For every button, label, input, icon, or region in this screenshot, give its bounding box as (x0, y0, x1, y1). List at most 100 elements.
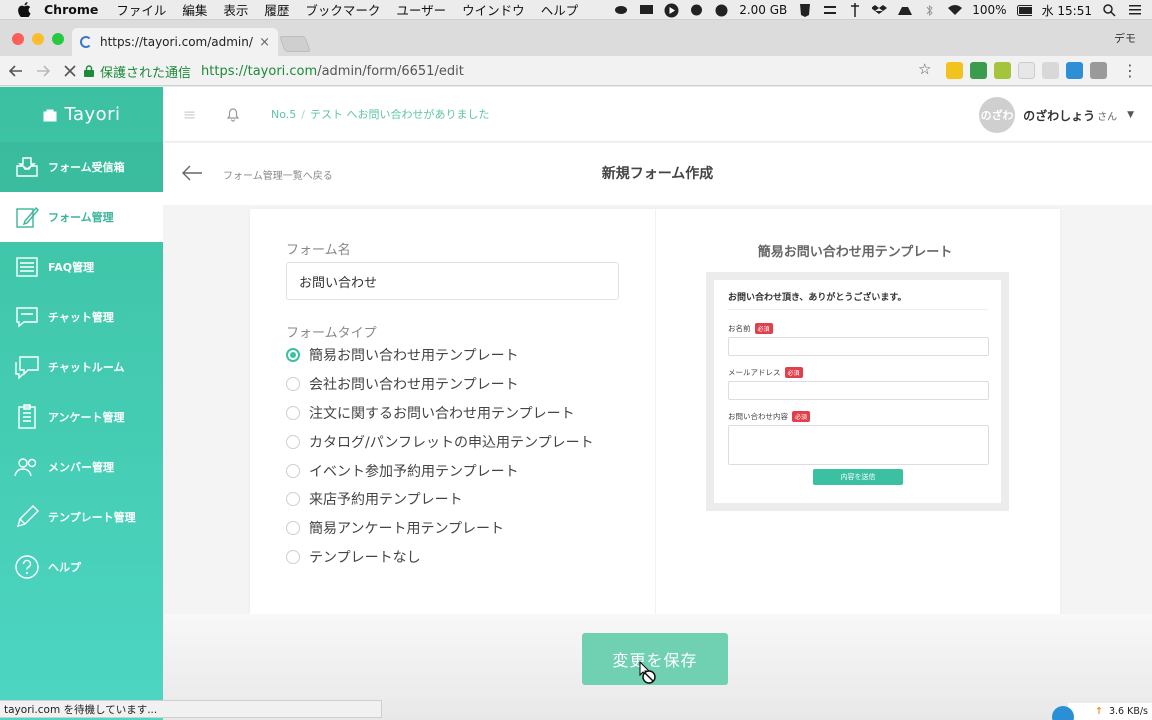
battery-icon[interactable] (1016, 4, 1032, 17)
display-icon[interactable] (639, 4, 654, 17)
forward-icon[interactable] (32, 60, 54, 82)
menubar-item-window[interactable]: ウインドウ (462, 0, 525, 19)
form-type-option[interactable]: カタログ/パンフレットの申込用テンプレート (286, 427, 594, 456)
form-name-input[interactable]: お問い合わせ (286, 262, 619, 300)
menubar-item-bookmarks[interactable]: ブックマーク (305, 0, 380, 19)
menubar-app-name[interactable]: Chrome (44, 2, 98, 17)
close-window-button[interactable] (12, 33, 24, 45)
menubar-item-file[interactable]: ファイル (116, 0, 166, 19)
form-type-option[interactable]: イベント参加予約用テンプレート (286, 456, 594, 485)
menubar-clock[interactable]: 水 15:51 (1042, 2, 1092, 19)
radio-button[interactable] (286, 492, 300, 507)
extension-icon[interactable] (970, 62, 987, 79)
extension-icon[interactable] (1018, 62, 1035, 79)
notification-center-icon[interactable] (1127, 4, 1142, 17)
form-type-option[interactable]: 簡易お問い合わせ用テンプレート (286, 341, 594, 370)
address-bar[interactable]: 保護された通信 https://tayori.com/admin/form/66… (84, 59, 940, 83)
sidebar-item-chat-room[interactable]: チャットルーム (0, 342, 163, 392)
preview-field-name: お名前 (728, 324, 751, 333)
preview-email-input (728, 381, 989, 400)
radio-button[interactable] (286, 377, 300, 392)
battery-percent[interactable]: 100% (972, 3, 1006, 17)
sidebar-item-help[interactable]: ヘルプ (0, 542, 163, 592)
form-type-option[interactable]: 会社お問い合わせ用テンプレート (286, 370, 594, 399)
zoom-window-button[interactable] (52, 33, 64, 45)
sidebar-item-templates[interactable]: テンプレート管理 (0, 492, 163, 542)
radio-button[interactable] (286, 549, 300, 564)
close-tab-icon[interactable]: × (259, 35, 270, 50)
extension-icon[interactable] (1066, 62, 1083, 79)
extension-icon[interactable] (1042, 62, 1059, 79)
extension-icon[interactable] (994, 62, 1011, 79)
sidebar-item-label: ヘルプ (48, 561, 81, 574)
sidebar-item-label: アンケート管理 (48, 411, 125, 424)
browser-tab[interactable]: https://tayori.com/admin/form/6651/edit … (72, 28, 278, 56)
radio-selected[interactable] (286, 348, 300, 363)
apple-icon[interactable] (18, 2, 34, 18)
preview-form: お問い合わせ頂き、ありがとうございます。 お名前 必須 メールアドレス 必須 お問い… (714, 280, 1001, 503)
menubar-item-view[interactable]: 表示 (223, 0, 248, 19)
recycle-extension-icon[interactable] (1090, 62, 1107, 79)
lock-icon (84, 65, 94, 77)
pinwheel-icon[interactable] (847, 3, 862, 17)
radio-button[interactable] (286, 434, 300, 449)
sidebar-item-members[interactable]: メンバー管理 (0, 442, 163, 492)
sliders-icon[interactable] (822, 4, 837, 17)
minimize-window-button[interactable] (32, 33, 44, 45)
survey-icon (14, 404, 40, 430)
drive-icon[interactable] (897, 4, 913, 17)
bell-icon[interactable] (225, 106, 241, 122)
hamburger-menu-icon[interactable]: ≡ (183, 105, 203, 124)
caret-down-icon: ▼ (1127, 110, 1134, 120)
user-menu[interactable]: のざわ のざわしょう さん ▼ (979, 97, 1134, 133)
profile-name[interactable]: デモ (1114, 30, 1136, 46)
menubar-item-help[interactable]: ヘルプ (541, 0, 579, 19)
form-type-option[interactable]: 注文に関するお問い合わせ用テンプレート (286, 399, 594, 428)
sidebar-item-survey[interactable]: アンケート管理 (0, 392, 163, 442)
bookmark-star-icon[interactable]: ☆ (918, 60, 931, 78)
form-type-option-label: テンプレートなし (309, 549, 421, 566)
sidebar-item-chat[interactable]: チャット管理 (0, 292, 163, 342)
new-tab-button[interactable] (279, 36, 311, 52)
bluetooth-icon[interactable] (922, 4, 937, 17)
preview-heading: お問い合わせ頂き、ありがとうございます。 (728, 290, 988, 310)
sidebar-item-faq[interactable]: FAQ管理 (0, 242, 163, 292)
dropbox-icon[interactable] (872, 4, 888, 17)
sidebar-item-form-management[interactable]: フォーム管理 (0, 192, 163, 242)
notice-text: テスト へお問い合わせがありました (309, 108, 490, 121)
coffee-cup-icon[interactable] (614, 4, 629, 17)
notification-link[interactable]: No.5 / テスト へお問い合わせがありました (271, 106, 489, 122)
brand-logo[interactable]: Tayori (0, 87, 163, 142)
menubar-item-people[interactable]: ユーザー (396, 0, 446, 19)
form-type-option[interactable]: 簡易アンケート用テンプレート (286, 514, 594, 543)
memory-gauge-icon[interactable] (714, 4, 729, 17)
menubar-item-edit[interactable]: 編集 (182, 0, 207, 19)
memory-usage[interactable]: 2.00 GB (739, 3, 787, 17)
extension-icon[interactable] (946, 62, 963, 79)
html5-icon[interactable] (797, 3, 812, 17)
form-name-value: お問い合わせ (299, 275, 378, 291)
radio-button[interactable] (286, 463, 300, 478)
browser-tabbar: https://tayori.com/admin/form/6651/edit … (0, 20, 1152, 56)
form-type-option[interactable]: テンプレートなし (286, 543, 594, 572)
play-icon[interactable] (664, 3, 679, 17)
form-type-option-label: 簡易アンケート用テンプレート (309, 521, 505, 538)
cloud-sync-icon[interactable] (689, 4, 704, 17)
secure-connection-label: 保護された通信 (100, 65, 192, 81)
spotlight-search-icon[interactable] (1102, 3, 1117, 17)
preview-message-textarea (728, 425, 989, 465)
wifi-icon[interactable] (947, 4, 963, 17)
card-divider (655, 209, 656, 614)
sidebar-item-form-inbox[interactable]: フォーム受信箱 (0, 142, 163, 192)
avatar: のざわ (979, 97, 1016, 133)
browser-menu-icon[interactable]: ⋮ (1122, 61, 1138, 80)
menubar-item-history[interactable]: 履歴 (264, 0, 289, 19)
radio-button[interactable] (286, 405, 300, 420)
form-type-option[interactable]: 来店予約用テンプレート (286, 485, 594, 514)
radio-button[interactable] (286, 521, 300, 536)
back-icon[interactable] (5, 60, 27, 82)
stop-loading-icon[interactable] (59, 60, 81, 82)
form-type-option-label: 注文に関するお問い合わせ用テンプレート (309, 405, 575, 422)
chat-icon (14, 304, 40, 330)
app-header: ≡ No.5 / テスト へお問い合わせがありました のざわ のざわしょう さん ▼ (163, 87, 1152, 142)
